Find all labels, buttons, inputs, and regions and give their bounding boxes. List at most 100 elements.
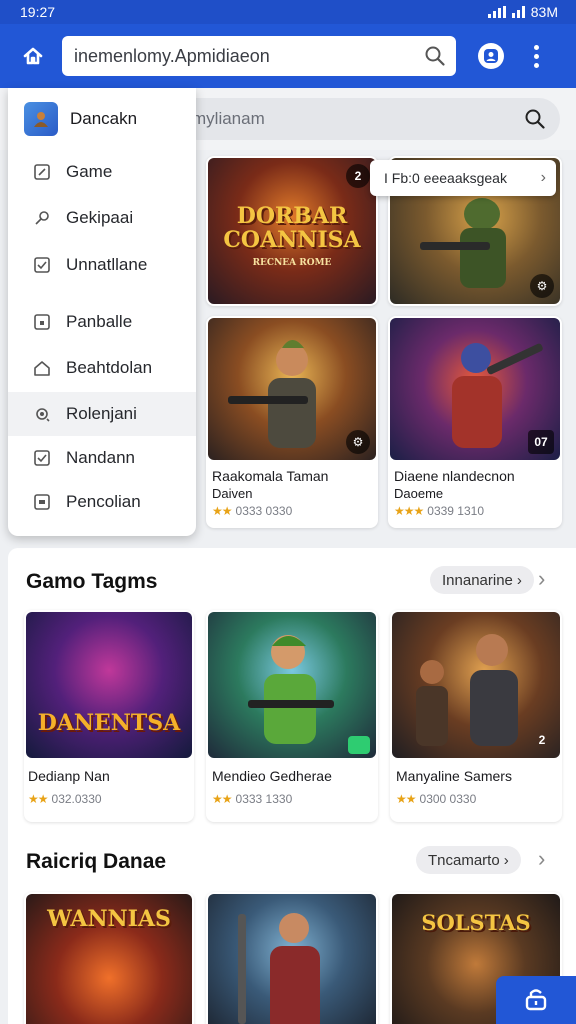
popup-label: I Fb:0 eeeaaksgeak (384, 170, 507, 186)
checkbox-icon (32, 448, 52, 468)
drawer-item-gekipaai[interactable]: Gekipaai (8, 196, 196, 240)
corner-badge: 2 (346, 164, 370, 188)
drawer-item-pencolian[interactable]: Pencolian (8, 480, 196, 524)
corner-badge: 07 (528, 430, 554, 454)
see-all-label: Innanarine (442, 571, 513, 589)
account-button[interactable] (478, 43, 504, 69)
search-placeholder: mylianam (192, 109, 265, 128)
star-icon: ★★ (28, 792, 48, 806)
corner-badge: 2 (538, 733, 546, 747)
chevron-right-icon[interactable]: › (538, 566, 545, 592)
section-title: Raicriq Danae (26, 850, 167, 873)
featured-card[interactable]: 07 Diaene nlandecnon Daoeme ★★★ 0339 1310 (388, 316, 562, 528)
drawer-item-game[interactable]: Game (8, 150, 196, 194)
drawer-item-nandann[interactable]: Nandann (8, 436, 196, 480)
drawer-item-panballe[interactable]: Panballe (8, 300, 196, 344)
game-section: Gamo Tagms Innanarine › › DANENTSA Dedia… (8, 548, 576, 828)
popup-menu[interactable]: I Fb:0 eeeaaksgeak › (370, 160, 556, 196)
game-artwork: DORBAR COANNISA RECNEA ROME 2 (208, 158, 376, 304)
home-button[interactable] (16, 39, 50, 73)
soldier-figure (248, 635, 370, 754)
game-rating: ★★ 0333 0330 (212, 504, 293, 518)
game-name: Raakomala Taman (212, 468, 329, 484)
drawer-item-unnatllane[interactable]: Unnatllane (8, 243, 196, 287)
drawer-item-beahtdolan[interactable]: Beahtdolan (8, 346, 196, 390)
artwork-subtitle: RECNEA ROME (252, 258, 332, 268)
search-icon[interactable] (424, 45, 446, 67)
drawer-item-rolenjani[interactable]: Rolenjani (8, 392, 196, 436)
gear-icon (32, 404, 52, 424)
drawer-item-label: Nandann (66, 448, 136, 467)
see-all-button[interactable]: Tncamarto › (416, 846, 521, 874)
app-logo-icon (24, 102, 58, 136)
featured-card[interactable]: DORBAR COANNISA RECNEA ROME 2 (206, 156, 378, 306)
navigation-drawer: Dancakn Game Gekipaai Unnatllane Panball… (8, 88, 196, 536)
artwork-title: SOLSTAS (421, 910, 531, 935)
corner-badge: ⚙ (346, 430, 370, 454)
game-card[interactable]: Mendieo Gedherae ★★ 0333 1330 (206, 610, 378, 822)
chevron-right-icon: › (516, 571, 522, 589)
game-artwork: 07 (390, 318, 560, 460)
game-rating: ★★★ 0339 1310 (394, 504, 485, 518)
chevron-right-icon: › (540, 169, 546, 186)
game-card[interactable] (206, 892, 378, 1024)
game-name: Manyaline Samers (396, 768, 512, 784)
account-icon (484, 49, 498, 63)
drawer-item-label: Rolenjani (66, 404, 137, 423)
game-section: Raicriq Danae Tncamarto › › WANNIAS SOLS… (8, 828, 576, 1024)
battery-text: 83M (530, 4, 558, 20)
game-artwork (208, 894, 376, 1024)
home-icon (23, 47, 43, 65)
search-bar[interactable]: mylianam (176, 98, 560, 140)
see-all-label: Tncamarto (428, 851, 500, 869)
star-icon: ★★ (212, 792, 232, 806)
game-card[interactable]: 2 Manyaline Samers ★★ 0300 0330 (390, 610, 562, 822)
drawer-item-label: Panballe (66, 312, 133, 331)
signal-icon (487, 6, 506, 18)
check-icon (32, 255, 52, 275)
status-icons: 83M (487, 4, 558, 20)
drawer-item-label: Pencolian (66, 492, 141, 511)
search-icon[interactable] (524, 108, 546, 130)
section-title: Gamo Tagms (26, 570, 158, 593)
star-icon: ★★ (212, 504, 232, 518)
card-icon (32, 492, 52, 512)
chevron-right-icon[interactable]: › (538, 846, 545, 872)
see-all-button[interactable]: Innanarine › (430, 566, 534, 594)
game-developer: Daoeme (394, 486, 444, 501)
drawer-item-label: Unnatllane (66, 255, 148, 274)
url-input[interactable]: inemenlomy.Apmidiaeon (62, 36, 456, 76)
status-time: 19:27 (20, 4, 56, 20)
translate-icon (525, 989, 547, 1011)
star-icon: ★★★ (394, 504, 424, 518)
game-card[interactable]: DANENTSA Dedianp Nan ★★ 032.0330 (24, 610, 194, 822)
game-name: Mendieo Gedherae (212, 768, 332, 784)
game-artwork: ⚙ (208, 318, 376, 460)
drawer-header: Dancakn (24, 102, 137, 136)
game-artwork: 2 (392, 612, 560, 758)
house-icon (32, 358, 52, 378)
game-rating: ★★ 0333 1330 (212, 792, 293, 806)
floating-action-button[interactable] (496, 976, 576, 1024)
drawer-item-label: Gekipaai (66, 208, 134, 227)
game-artwork (208, 612, 376, 758)
game-rating: ★★ 032.0330 (28, 792, 102, 806)
game-name: Dedianp Nan (28, 768, 110, 784)
artwork-title: DANENTSA (37, 710, 181, 736)
hero-figure (238, 913, 320, 1024)
drawer-item-label: Game (66, 162, 113, 181)
wifi-signal-icon (511, 6, 525, 18)
status-bar: 19:27 83M (0, 0, 576, 24)
more-options-button[interactable] (528, 41, 544, 71)
chevron-right-icon: › (503, 851, 509, 869)
folder-icon (32, 312, 52, 332)
game-rating: ★★ 0300 0330 (396, 792, 477, 806)
url-text: inemenlomy.Apmidiaeon (74, 45, 270, 66)
key-icon (32, 208, 52, 228)
featured-card[interactable]: ⚙ Raakomala Taman Daiven ★★ 0333 0330 (206, 316, 378, 528)
corner-badge: ⚙ (530, 274, 554, 298)
game-card[interactable]: WANNIAS (24, 892, 194, 1024)
game-artwork: DANENTSA (26, 612, 192, 758)
game-name: Diaene nlandecnon (394, 468, 515, 484)
artwork-title: WANNIAS (47, 906, 171, 932)
